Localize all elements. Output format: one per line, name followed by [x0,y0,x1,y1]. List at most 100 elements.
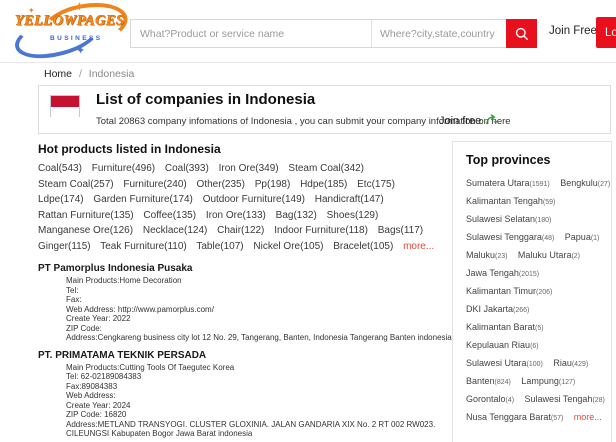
product-tag-link[interactable]: Handicraft(147) [315,194,384,205]
join-free-inline-link[interactable]: Join free [439,113,498,127]
product-tag-name: Other [197,179,222,190]
company-detail-line: Create Year: 2022 [66,314,454,324]
province-row: Gorontalo(4) Sulawesi Tengah(28) [466,390,598,408]
company-entry: PT Pamorplus Indonesia Pusaka Main Produ… [38,263,454,343]
product-tag-link[interactable]: Indoor Furniture(118) [274,225,368,236]
province-link[interactable]: Lampung(127) [521,376,575,386]
company-detail-line: Main Products:Cutting Tools Of Taegutec … [66,363,454,373]
join-free-link[interactable]: Join Free [549,25,597,37]
logo[interactable]: YELLOWPAGES BUSINESS ✦ ✦ ✦ [12,2,132,60]
product-tag-name: Handicraft [315,194,361,205]
product-tag-link[interactable]: Ginger(115) [38,241,91,252]
product-tag-count: (126) [110,225,133,236]
province-name: Lampung [521,376,559,386]
province-link[interactable]: Nusa Tenggara Barat(57) [466,412,563,422]
province-link[interactable]: Gorontalo(4) [466,394,514,404]
province-link[interactable]: Maluku(23) [466,250,507,260]
product-tag-link[interactable]: Outdoor Furniture(149) [203,194,305,205]
product-tag-name: Shoes [327,210,355,221]
product-tag-link[interactable]: Coal(543) [38,163,82,174]
product-tag-count: (124) [184,225,207,236]
product-tag-link[interactable]: Necklace(124) [143,225,208,236]
province-link[interactable]: Sulawesi Utara(100) [466,358,543,368]
product-tag-name: Furniture [123,179,163,190]
province-link[interactable]: Sumatera Utara(1591) [466,178,550,188]
province-count: (57) [551,415,563,422]
product-tag-link[interactable]: Etc(175) [357,179,395,190]
product-tag-link[interactable]: Garden Furniture(174) [93,194,193,205]
product-tag-link[interactable]: Coffee(135) [143,210,196,221]
province-name: Bengkulu [560,178,598,188]
title-box: List of companies in Indonesia Total 208… [38,85,611,134]
province-count: (48) [542,235,554,242]
province-link[interactable]: Sulawesi Tengah(28) [525,394,605,404]
product-tag-link[interactable]: Shoes(129) [327,210,379,221]
product-tag-link[interactable]: Hdpe(185) [300,179,347,190]
province-link[interactable]: Maluku Utara(2) [518,250,580,260]
page: YELLOWPAGES BUSINESS ✦ ✦ ✦ Join Free Log… [0,0,616,442]
search-where-input[interactable] [372,20,506,47]
province-link[interactable]: more... [574,412,602,422]
flag-red-stripe [51,96,79,107]
product-tag-link[interactable]: Chair(122) [217,225,264,236]
province-link[interactable]: Jawa Tengah(2015) [466,268,539,278]
product-tag-link[interactable]: Ldpe(174) [38,194,84,205]
province-link[interactable]: Kalimantan Timur(206) [466,286,552,296]
company-detail-line: Tel: 62-02189084383 [66,372,454,382]
product-tag-name: Hdpe [300,179,324,190]
product-tag-link[interactable]: Steam Coal(257) [38,179,114,190]
product-tag-link[interactable]: more... [403,241,434,252]
province-count: (100) [527,361,543,368]
product-tag-link[interactable]: Bracelet(105) [333,241,393,252]
province-link[interactable]: Riau(429) [553,358,588,368]
product-tag-name: Outdoor Furniture [203,194,282,205]
product-tag-count: (240) [163,179,186,190]
product-tag-link[interactable]: Pp(198) [255,179,291,190]
search-button[interactable] [506,19,537,48]
search-what-input[interactable] [131,20,371,47]
login-button[interactable]: Log In [596,17,616,48]
province-name: Kalimantan Timur [466,286,536,296]
province-link[interactable]: Sulawesi Selatan(180) [466,214,551,224]
company-name-link[interactable]: PT Pamorplus Indonesia Pusaka [38,263,454,274]
product-tag-link[interactable]: Furniture(496) [92,163,155,174]
breadcrumb-home-link[interactable]: Home [44,68,72,80]
province-link[interactable]: Sulawesi Tenggara(48) [466,232,554,242]
product-tag-link[interactable]: Manganese Ore(126) [38,225,133,236]
product-tag-count: (174) [60,194,83,205]
province-link[interactable]: Bengkulu(27) [560,178,610,188]
province-link[interactable]: Kalimantan Barat(5) [466,322,544,332]
product-tag-link[interactable]: Teak Furniture(110) [100,241,187,252]
product-tag-link[interactable]: Rattan Furniture(135) [38,210,134,221]
province-name: Papua [565,232,591,242]
province-row: Nusa Tenggara Barat(57) more... [466,408,598,426]
product-tag-link[interactable]: Furniture(240) [123,179,186,190]
product-tag-link[interactable]: Coal(393) [165,163,209,174]
province-row: Sulawesi Tenggara(48) Papua(1) [466,228,598,246]
product-tag-name: Iron Ore [206,210,243,221]
product-tag-link[interactable]: Bag(132) [276,210,317,221]
product-tag-link[interactable]: Iron Ore(133) [206,210,266,221]
company-detail-line: Address:METLAND TRANSYOGI. CLUSTER GLOXI… [66,420,454,439]
company-name-link[interactable]: PT. PRIMATAMA TEKNIK PERSADA [38,350,454,361]
province-link[interactable]: Banten(824) [466,376,511,386]
product-tag-link[interactable]: Nickel Ore(105) [253,241,323,252]
product-tag-name: Rattan Furniture [38,210,110,221]
product-tag-link[interactable]: Other(235) [197,179,245,190]
product-tag-link[interactable]: Steam Coal(342) [288,163,364,174]
province-name: Sulawesi Tengah [525,394,593,404]
product-tag-link[interactable]: Bags(117) [378,225,423,236]
province-link[interactable]: Papua(1) [565,232,600,242]
company-detail-line: Fax: [66,295,454,305]
province-link[interactable]: DKI Jakarta(266) [466,304,529,314]
province-count: (127) [559,379,575,386]
product-tag-name: Furniture [92,163,132,174]
company-detail-line: Web Address: http://www.pamorplus.com/ [66,305,454,315]
sidebar: Top provinces Sumatera Utara(1591) Bengk… [452,141,612,442]
breadcrumb-separator: / [79,68,82,80]
product-tag-count: (174) [170,194,193,205]
product-tag-link[interactable]: Iron Ore(349) [219,163,279,174]
province-link[interactable]: Kepulauan Riau(6) [466,340,539,350]
province-link[interactable]: Kalimantan Tengah(59) [466,196,555,206]
product-tag-link[interactable]: Table(107) [196,241,243,252]
